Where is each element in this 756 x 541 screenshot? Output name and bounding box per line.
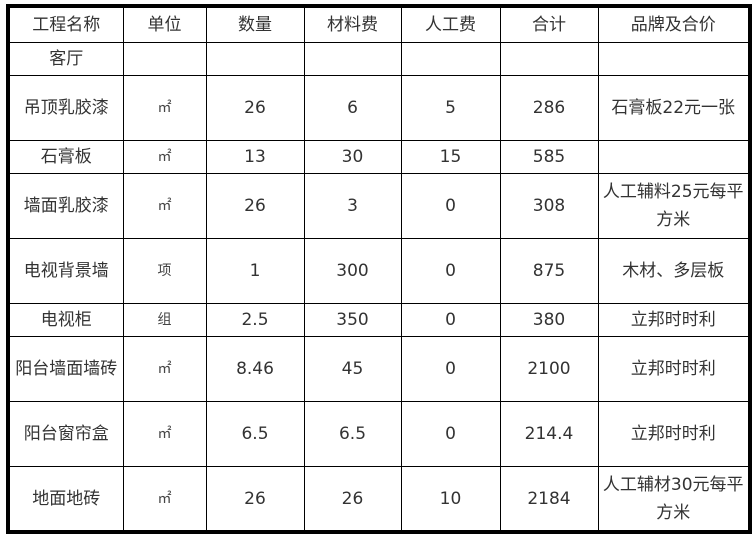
cell-unit: 项 bbox=[122, 237, 207, 304]
cell-brand-price: 立邦时时利 bbox=[597, 302, 748, 337]
cell-labor-cost: 0 bbox=[400, 237, 501, 304]
cell-total: 214.4 bbox=[499, 400, 599, 467]
cell-total: 308 bbox=[499, 172, 599, 239]
cell-labor-cost: 0 bbox=[400, 400, 501, 467]
cell-total: 2184 bbox=[499, 465, 599, 531]
table-row: 吊顶乳胶漆 ㎡ 26 6 5 286 石膏板22元一张 bbox=[10, 74, 748, 141]
renovation-cost-table: 工程名称 单位 数量 材料费 人工费 合计 品牌及合价 客厅 吊顶乳胶漆 ㎡ 2… bbox=[10, 8, 748, 531]
table-header-row: 工程名称 单位 数量 材料费 人工费 合计 品牌及合价 bbox=[10, 8, 748, 43]
cell-project-name: 墙面乳胶漆 bbox=[10, 172, 124, 239]
cell-quantity: 6.5 bbox=[205, 400, 305, 467]
cell-unit: ㎡ bbox=[122, 172, 207, 239]
cell-material-cost: 30 bbox=[303, 139, 402, 174]
cell-material-cost: 6 bbox=[303, 74, 402, 141]
cell-brand-price: 人工辅材30元每平方米 bbox=[597, 465, 748, 531]
cell-brand-price: 人工辅料25元每平方米 bbox=[597, 172, 748, 239]
table-row: 墙面乳胶漆 ㎡ 26 3 0 308 人工辅料25元每平方米 bbox=[10, 172, 748, 239]
cell-labor-cost bbox=[400, 41, 501, 76]
cell-total: 585 bbox=[499, 139, 599, 174]
cell-unit: ㎡ bbox=[122, 465, 207, 531]
cell-project-name: 地面地砖 bbox=[10, 465, 124, 531]
header-material-cost: 材料费 bbox=[303, 8, 402, 43]
cell-total bbox=[499, 41, 599, 76]
cell-material-cost: 26 bbox=[303, 465, 402, 531]
cell-quantity: 2.5 bbox=[205, 302, 305, 337]
header-brand-price: 品牌及合价 bbox=[597, 8, 748, 43]
cell-total: 2100 bbox=[499, 335, 599, 402]
cell-project-name: 石膏板 bbox=[10, 139, 124, 174]
cell-brand-price: 立邦时时利 bbox=[597, 335, 748, 402]
cell-project-name: 阳台墙面墙砖 bbox=[10, 335, 124, 402]
table-row: 石膏板 ㎡ 13 30 15 585 bbox=[10, 139, 748, 174]
cell-material-cost: 6.5 bbox=[303, 400, 402, 467]
cell-unit: ㎡ bbox=[122, 400, 207, 467]
header-quantity: 数量 bbox=[205, 8, 305, 43]
cell-quantity: 13 bbox=[205, 139, 305, 174]
header-unit: 单位 bbox=[122, 8, 207, 43]
cell-material-cost: 45 bbox=[303, 335, 402, 402]
cell-project-name: 吊顶乳胶漆 bbox=[10, 74, 124, 141]
cell-quantity: 26 bbox=[205, 172, 305, 239]
cell-labor-cost: 5 bbox=[400, 74, 501, 141]
cell-labor-cost: 0 bbox=[400, 335, 501, 402]
table-row: 电视背景墙 项 1 300 0 875 木材、多层板 bbox=[10, 237, 748, 304]
cell-material-cost: 300 bbox=[303, 237, 402, 304]
table-row: 阳台窗帘盒 ㎡ 6.5 6.5 0 214.4 立邦时时利 bbox=[10, 400, 748, 467]
header-total: 合计 bbox=[499, 8, 599, 43]
cell-unit: ㎡ bbox=[122, 139, 207, 174]
table-row: 地面地砖 ㎡ 26 26 10 2184 人工辅材30元每平方米 bbox=[10, 465, 748, 531]
cell-material-cost: 3 bbox=[303, 172, 402, 239]
cell-brand-price: 木材、多层板 bbox=[597, 237, 748, 304]
renovation-cost-table-frame: 工程名称 单位 数量 材料费 人工费 合计 品牌及合价 客厅 吊顶乳胶漆 ㎡ 2… bbox=[6, 4, 752, 534]
cell-brand-price: 石膏板22元一张 bbox=[597, 74, 748, 141]
cell-labor-cost: 15 bbox=[400, 139, 501, 174]
cell-total: 286 bbox=[499, 74, 599, 141]
cell-unit: ㎡ bbox=[122, 74, 207, 141]
cell-brand-price: 立邦时时利 bbox=[597, 400, 748, 467]
cell-quantity: 8.46 bbox=[205, 335, 305, 402]
cell-material-cost: 350 bbox=[303, 302, 402, 337]
cell-project-name: 电视背景墙 bbox=[10, 237, 124, 304]
cell-brand-price bbox=[597, 41, 748, 76]
cell-quantity bbox=[205, 41, 305, 76]
table-row: 客厅 bbox=[10, 41, 748, 76]
cell-unit: 组 bbox=[122, 302, 207, 337]
cell-unit: ㎡ bbox=[122, 335, 207, 402]
cell-quantity: 26 bbox=[205, 74, 305, 141]
header-project-name: 工程名称 bbox=[10, 8, 124, 43]
cell-total: 875 bbox=[499, 237, 599, 304]
table-row: 阳台墙面墙砖 ㎡ 8.46 45 0 2100 立邦时时利 bbox=[10, 335, 748, 402]
cell-labor-cost: 10 bbox=[400, 465, 501, 531]
cell-material-cost bbox=[303, 41, 402, 76]
cell-project-name: 阳台窗帘盒 bbox=[10, 400, 124, 467]
cell-quantity: 1 bbox=[205, 237, 305, 304]
cell-quantity: 26 bbox=[205, 465, 305, 531]
cell-brand-price bbox=[597, 139, 748, 174]
cell-labor-cost: 0 bbox=[400, 172, 501, 239]
cell-project-name: 电视柜 bbox=[10, 302, 124, 337]
header-labor-cost: 人工费 bbox=[400, 8, 501, 43]
cell-labor-cost: 0 bbox=[400, 302, 501, 337]
table-row: 电视柜 组 2.5 350 0 380 立邦时时利 bbox=[10, 302, 748, 337]
cell-total: 380 bbox=[499, 302, 599, 337]
cell-unit bbox=[122, 41, 207, 76]
cell-project-name: 客厅 bbox=[10, 41, 124, 76]
